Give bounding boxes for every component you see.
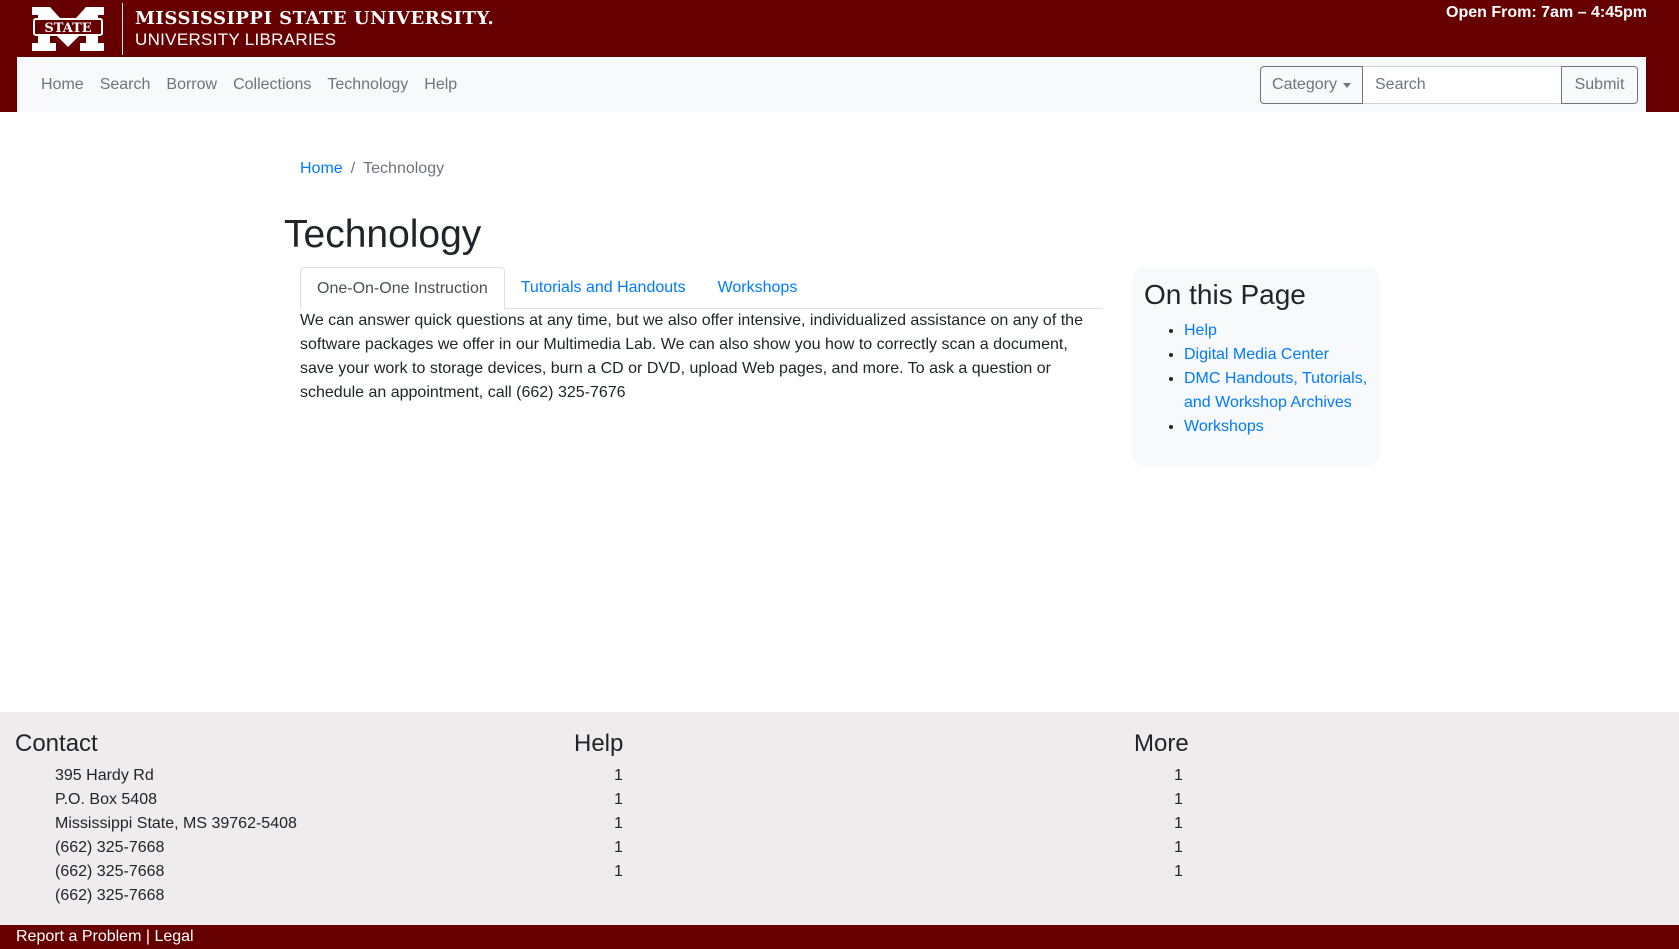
main-navbar: Home Search Borrow Collections Technolog… [17,57,1646,112]
logo-divider [122,3,123,55]
bottom-bar: Report a Problem | Legal [0,925,1679,949]
contact-line: 395 Hardy Rd [55,767,154,784]
breadcrumb: Home / Technology [300,160,444,178]
search-input[interactable] [1363,66,1561,104]
more-line: 1 [1174,791,1183,808]
footer-contact-column: Contact 395 Hardy Rd P.O. Box 5408 Missi… [15,730,297,908]
tab-workshops[interactable]: Workshops [702,267,814,309]
breadcrumb-home-link[interactable]: Home [300,160,343,178]
more-line: 1 [1174,839,1183,856]
submit-button[interactable]: Submit [1561,66,1638,104]
nav-links: Home Search Borrow Collections Technolog… [41,57,473,112]
msu-m-logo-icon: STATE [28,3,108,55]
more-line: 1 [1174,767,1183,784]
tab-content-text: We can answer quick questions at any tim… [300,312,1083,401]
toc-link-dmc-handouts[interactable]: DMC Handouts, Tutorials, and Workshop Ar… [1184,370,1367,411]
msu-logo[interactable]: STATE MISSISSIPPI STATE UNIVERSITY. UNIV… [28,3,494,55]
toc-item: Digital Media Center [1184,343,1368,367]
toc-item: Workshops [1184,415,1368,439]
contact-line: Mississippi State, MS 39762-5408 [55,815,297,832]
libraries-name: UNIVERSITY LIBRARIES [135,30,337,49]
help-line: 1 [614,863,623,880]
toc-link-workshops[interactable]: Workshops [1184,418,1264,435]
footer-help-column: Help 1 1 1 1 1 [574,730,623,884]
legal-link[interactable]: Legal [154,928,193,945]
nav-item-collections[interactable]: Collections [233,76,311,94]
help-line: 1 [614,791,623,808]
footer-more-column: More 1 1 1 1 1 [1134,730,1189,884]
toc-item: Help [1184,319,1368,343]
nav-item-home[interactable]: Home [41,76,84,94]
contact-line: (662) 325-7668 [55,839,165,856]
footer: Contact 395 Hardy Rd P.O. Box 5408 Missi… [0,712,1679,925]
toc-link-help[interactable]: Help [1184,322,1217,339]
page-title: Technology [284,213,482,256]
footer-contact-title: Contact [15,730,98,757]
bottom-separator: | [145,928,150,945]
footer-more-title: More [1134,730,1189,757]
toc-list: Help Digital Media Center DMC Handouts, … [1144,319,1368,439]
help-line: 1 [614,815,623,832]
on-this-page-box: On this Page Help Digital Media Center D… [1132,267,1380,467]
help-line: 1 [614,767,623,784]
category-label: Category [1272,76,1337,93]
toc-link-digital-media-center[interactable]: Digital Media Center [1184,346,1329,363]
toc-item: DMC Handouts, Tutorials, and Workshop Ar… [1184,367,1368,415]
logo-word: STATE [44,21,91,36]
nav-item-technology[interactable]: Technology [327,76,408,94]
nav-item-search[interactable]: Search [100,76,151,94]
more-line: 1 [1174,815,1183,832]
breadcrumb-separator: / [350,160,356,177]
contact-line: (662) 325-7668 [55,863,165,880]
tab-tutorials-and-handouts[interactable]: Tutorials and Handouts [505,267,702,309]
toc-title: On this Page [1144,279,1306,310]
logo-text: MISSISSIPPI STATE UNIVERSITY. UNIVERSITY… [135,8,495,49]
nav-item-help[interactable]: Help [424,76,457,94]
caret-down-icon [1342,82,1351,88]
tab-one-on-one-instruction[interactable]: One-On-One Instruction [300,267,505,310]
breadcrumb-current: Technology [363,160,445,177]
more-line: 1 [1174,863,1183,880]
footer-help-title: Help [574,730,624,757]
report-problem-link[interactable]: Report a Problem [16,928,141,945]
search-group: Category Submit [1260,66,1638,104]
contact-line: (662) 325-7668 [55,887,165,904]
tab-bar: One-On-One Instruction Tutorials and Han… [300,267,1103,310]
category-dropdown-button[interactable]: Category [1260,66,1363,104]
university-name: MISSISSIPPI STATE UNIVERSITY. [135,8,495,29]
library-hours: Open From: 7am – 4:45pm [1446,4,1647,21]
help-line: 1 [614,839,623,856]
nav-item-borrow[interactable]: Borrow [166,76,217,94]
contact-line: P.O. Box 5408 [55,791,157,808]
